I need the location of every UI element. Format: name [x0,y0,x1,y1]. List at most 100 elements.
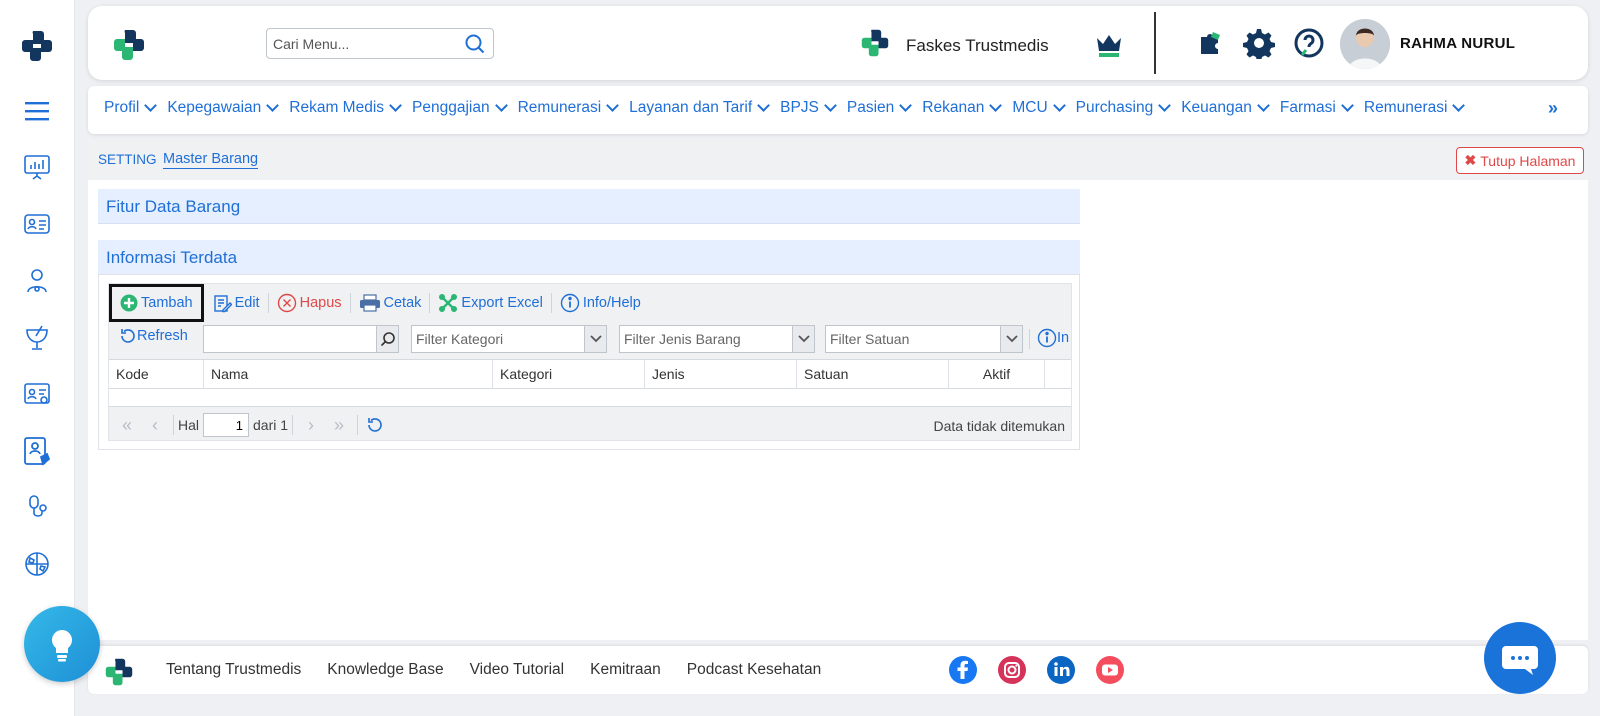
chevron-down-icon [899,99,913,112]
filter-satuan-dropdown[interactable] [1000,326,1022,352]
quick-search-input[interactable] [204,326,374,352]
menu-item-label: BPJS [780,99,819,116]
fitur-panel-header[interactable]: Fitur Data Barang [98,189,1080,224]
puzzle-icon[interactable] [1196,28,1226,58]
chat-bubble-icon [1502,646,1538,675]
menu-search-input[interactable] [267,29,452,58]
doctor-icon[interactable] [20,264,54,298]
menu-item-pasien[interactable]: Pasien [847,99,913,117]
menu-item-label: Profil [104,99,140,116]
facebook-icon[interactable] [948,655,978,685]
column-jenis[interactable]: Jenis [645,360,797,389]
next-page-icon[interactable]: › [297,415,325,436]
clipboard-user-icon[interactable] [20,434,54,468]
quick-search-button[interactable] [376,326,398,352]
user-name[interactable]: RAHMA NURUL [1400,35,1515,52]
header-divider [1154,12,1156,74]
footer-link-podcast-kesehatan[interactable]: Podcast Kesehatan [687,661,821,679]
footer-link-kemitraan[interactable]: Kemitraan [590,661,661,679]
info-short-button[interactable]: In [1037,328,1069,348]
delete-button[interactable]: Hapus [269,288,350,318]
prev-page-icon[interactable]: ‹ [141,415,169,436]
toolbar-separator [1029,329,1030,349]
footer-link-knowledge-base[interactable]: Knowledge Base [327,661,443,679]
quick-search[interactable] [203,325,399,353]
menu-item-profil[interactable]: Profil [104,99,158,117]
globe-map-icon[interactable] [20,547,54,581]
trustmedis-logo-icon[interactable] [20,29,54,63]
column-kategori[interactable]: Kategori [493,360,645,389]
column-aktif[interactable]: Aktif [949,360,1045,389]
trustmedis-logo-icon[interactable] [104,657,134,687]
edit-button[interactable]: Edit [204,288,268,318]
info-short-label: In [1057,330,1070,346]
live-chat-button[interactable] [1484,622,1556,694]
medical-device-icon[interactable] [20,491,54,525]
pharmacy-icon[interactable] [20,320,54,354]
menu-item-remunerasi[interactable]: Remunerasi [517,99,620,117]
filter-kategori-dropdown[interactable] [584,326,606,352]
menu-item-purchasing[interactable]: Purchasing [1076,99,1172,117]
filter-jenis-barang-input[interactable] [620,326,790,352]
menu-item-rekanan[interactable]: Rekanan [922,99,1003,117]
column-kode[interactable]: Kode [109,360,204,389]
filter-kategori-input[interactable] [412,326,582,352]
menu-item-kepegawaian[interactable]: Kepegawaian [167,99,280,117]
column-satuan[interactable]: Satuan [797,360,949,389]
search-icon[interactable] [464,33,486,55]
menu-item-bpjs[interactable]: BPJS [780,99,837,117]
menu-item-remunerasi[interactable]: Remunerasi [1364,99,1466,117]
dashboard-presentation-icon[interactable] [20,150,54,184]
menu-items: Profil Kepegawaian Rekam Medis Penggajian Re… [104,99,1475,117]
crown-icon[interactable] [1094,31,1124,59]
hamburger-menu-icon[interactable] [20,94,54,128]
last-page-icon[interactable]: » [325,415,353,436]
main-menu-bar: Profil Kepegawaian Rekam Medis Penggajian Re… [88,86,1588,134]
help-question-icon[interactable] [1293,27,1325,59]
print-button[interactable]: Cetak [351,288,430,318]
instagram-icon[interactable] [997,655,1027,685]
menu-item-keuangan[interactable]: Keuangan [1181,99,1270,117]
refresh-button[interactable]: Refresh [119,327,188,345]
close-page-button[interactable]: ✖ Tutup Halaman [1456,147,1584,174]
menu-item-layanan-dan-tarif[interactable]: Layanan dan Tarif [629,99,770,117]
gear-icon[interactable] [1243,27,1275,59]
filter-kategori[interactable] [411,325,607,353]
menu-item-farmasi[interactable]: Farmasi [1280,99,1354,117]
chevron-down-icon [989,99,1003,112]
filter-satuan[interactable] [825,325,1023,353]
user-avatar[interactable] [1340,19,1390,69]
menu-more-button[interactable]: » [1548,98,1558,119]
top-header: Faskes Trustmedis RAHMA NURUL [88,6,1588,80]
trustmedis-logo-icon[interactable] [112,28,146,62]
menu-search[interactable] [266,28,494,59]
info-help-button[interactable]: Info/Help [552,288,649,318]
page-number-input[interactable] [203,413,250,437]
column-nama[interactable]: Nama [204,360,493,389]
table-header: Kode Nama Kategori Jenis Satuan Aktif [109,359,1071,389]
filter-satuan-input[interactable] [826,326,998,352]
edit-button-label: Edit [234,295,260,311]
add-button[interactable]: Tambah [109,284,204,322]
filter-jenis-barang[interactable] [619,325,815,353]
footer-link-tentang-trustmedis[interactable]: Tentang Trustmedis [166,661,301,679]
menu-item-label: Layanan dan Tarif [629,99,753,116]
reload-icon[interactable] [366,416,384,434]
menu-item-mcu[interactable]: MCU [1012,99,1066,117]
footer-link-video-tutorial[interactable]: Video Tutorial [470,661,565,679]
first-page-icon[interactable]: « [113,415,141,436]
breadcrumb-current-page[interactable]: Master Barang [163,151,259,169]
info-panel-header[interactable]: Informasi Terdata [98,240,1080,275]
menu-item-label: Remunerasi [517,99,602,116]
menu-item-rekam-medis[interactable]: Rekam Medis [289,99,402,117]
export-excel-button[interactable]: Export Excel [430,288,550,318]
id-card-icon[interactable] [20,207,54,241]
chevron-down-icon [1005,335,1018,343]
menu-item-penggajian[interactable]: Penggajian [412,99,508,117]
linkedin-icon[interactable] [1046,655,1076,685]
youtube-icon[interactable] [1095,655,1125,685]
delete-x-circle-icon [277,293,296,313]
patient-record-icon[interactable] [20,377,54,411]
filter-jenis-dropdown[interactable] [792,326,814,352]
lightbulb-tips-button[interactable] [24,606,100,682]
